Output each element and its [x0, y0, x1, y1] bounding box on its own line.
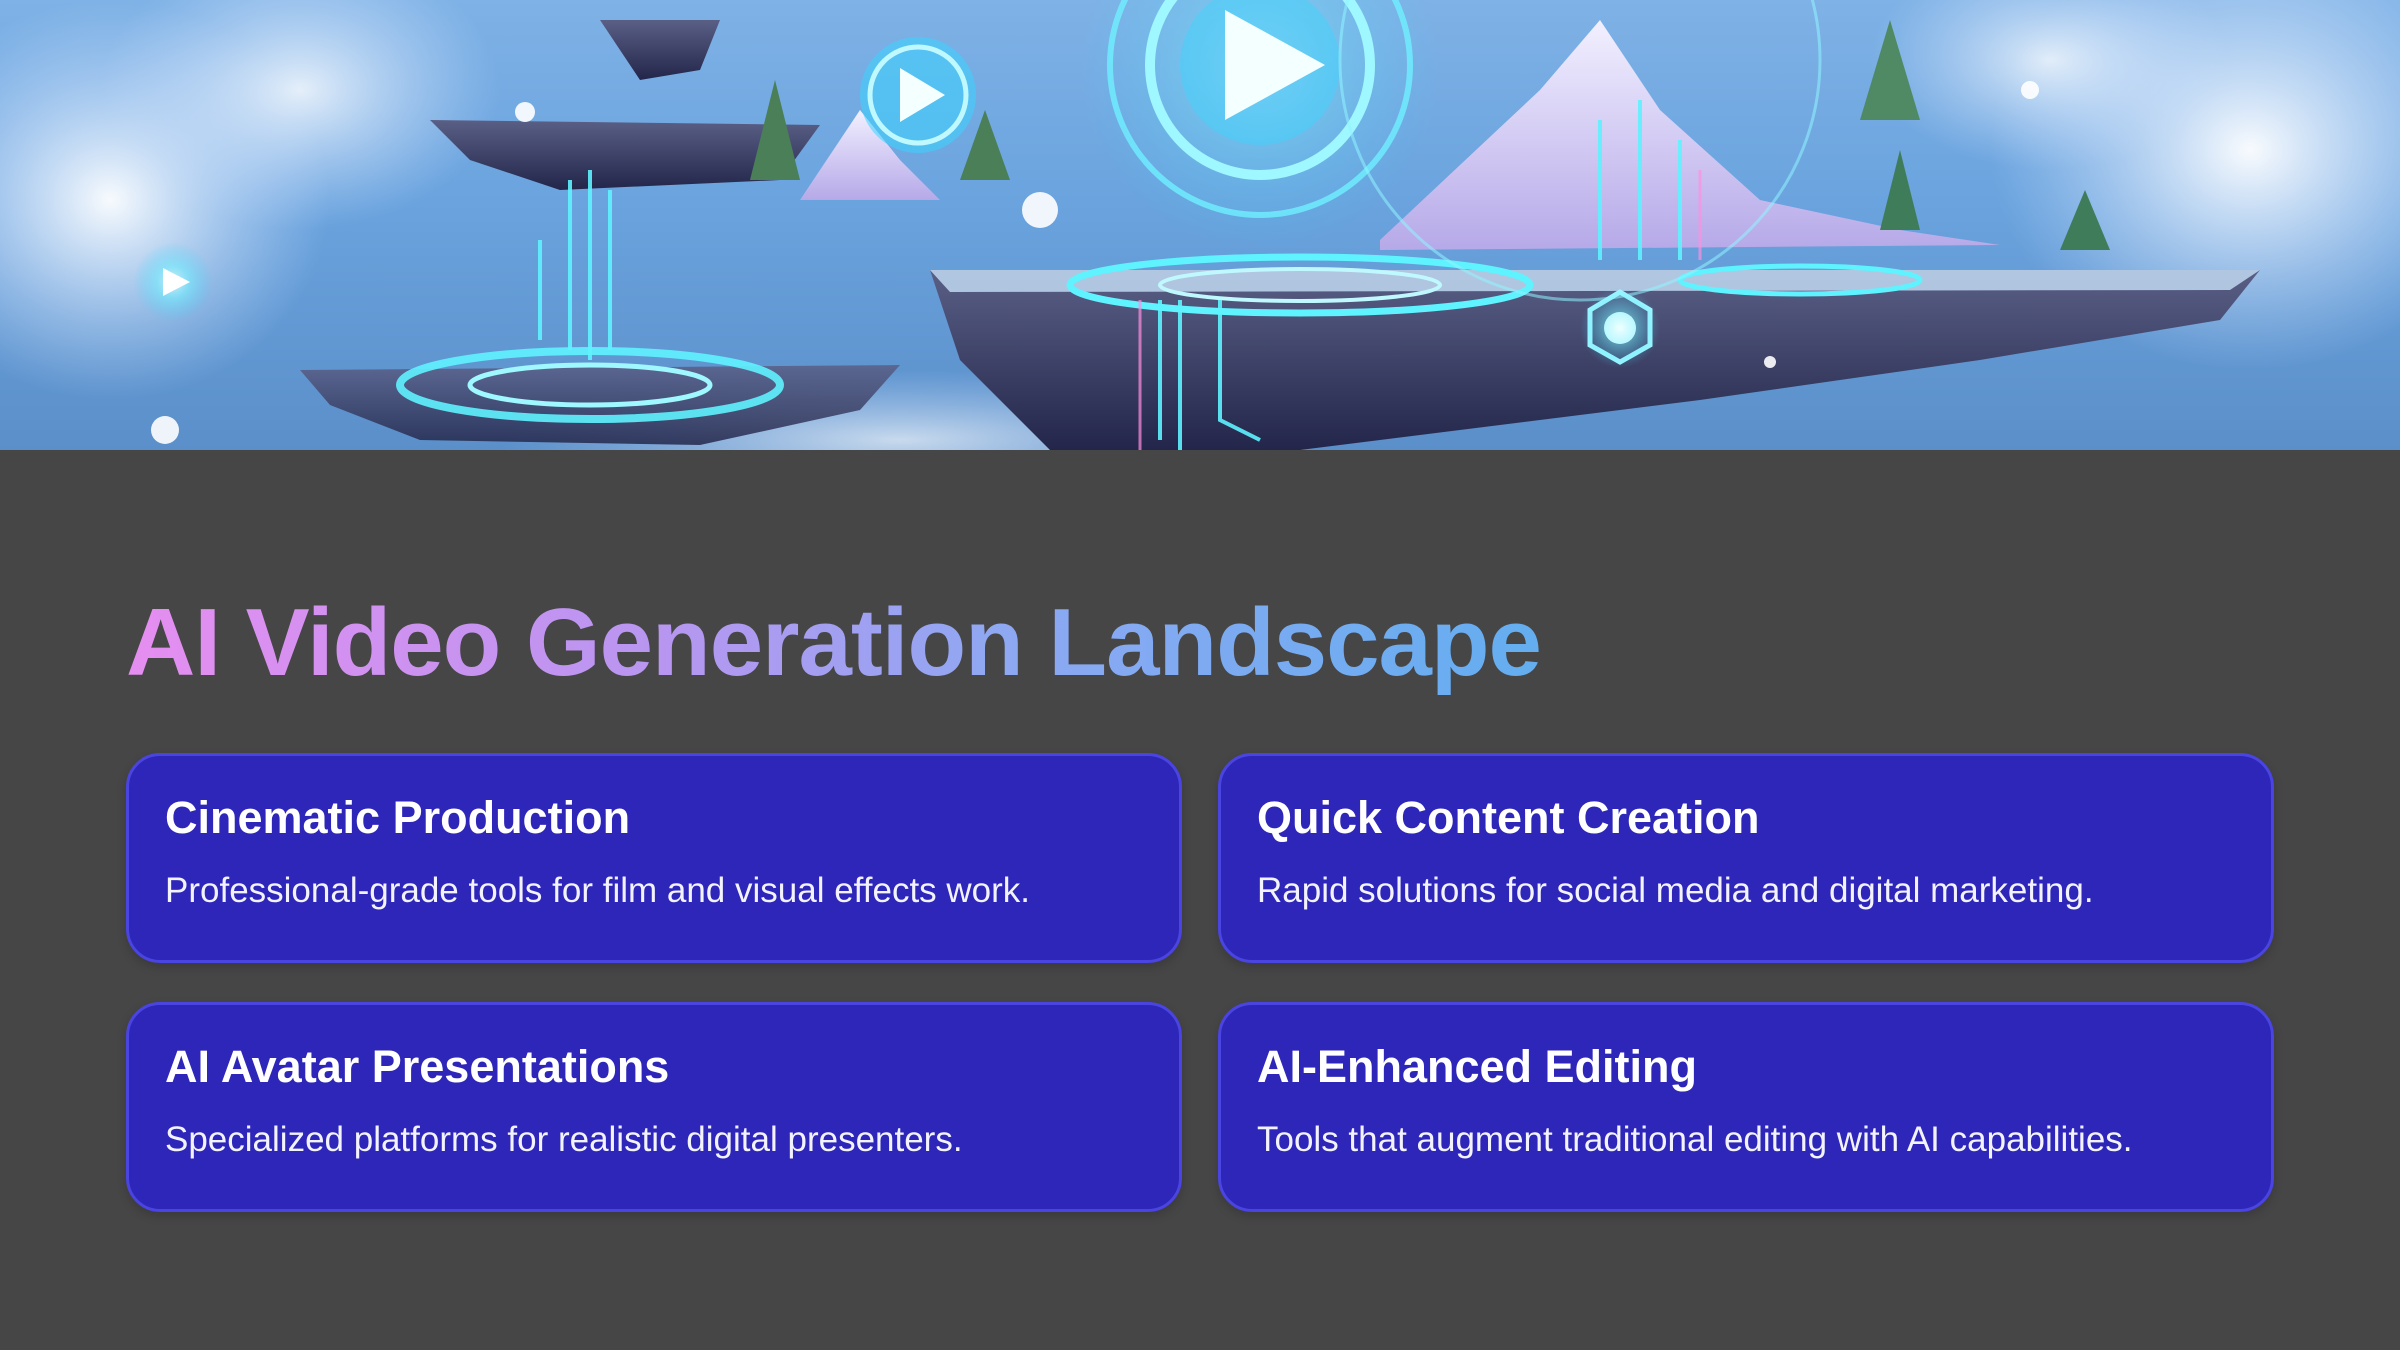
card-description: Tools that augment traditional editing w…: [1257, 1120, 2133, 1159]
card-title: Cinematic Production: [165, 792, 631, 843]
card-description: Specialized platforms for realistic digi…: [165, 1120, 963, 1159]
card-description: Rapid solutions for social media and dig…: [1257, 871, 2094, 910]
card-quick-content-creation: Quick Content Creation Rapid solutions f…: [1218, 753, 2274, 963]
card-ai-avatar-presentations: AI Avatar Presentations Specialized plat…: [126, 1002, 1182, 1212]
card-description: Professional-grade tools for film and vi…: [165, 871, 1031, 910]
card-ai-enhanced-editing: AI-Enhanced Editing Tools that augment t…: [1218, 1002, 2274, 1212]
card-title: AI Avatar Presentations: [165, 1041, 670, 1092]
card-cinematic-production: Cinematic Production Professional-grade …: [126, 753, 1182, 963]
floating-islands-illustration: [0, 0, 2400, 450]
hero-image: [0, 0, 2400, 450]
card-title: Quick Content Creation: [1257, 792, 1760, 843]
slide-title: AI Video Generation Landscape: [126, 589, 1542, 696]
card-title: AI-Enhanced Editing: [1257, 1041, 1698, 1092]
